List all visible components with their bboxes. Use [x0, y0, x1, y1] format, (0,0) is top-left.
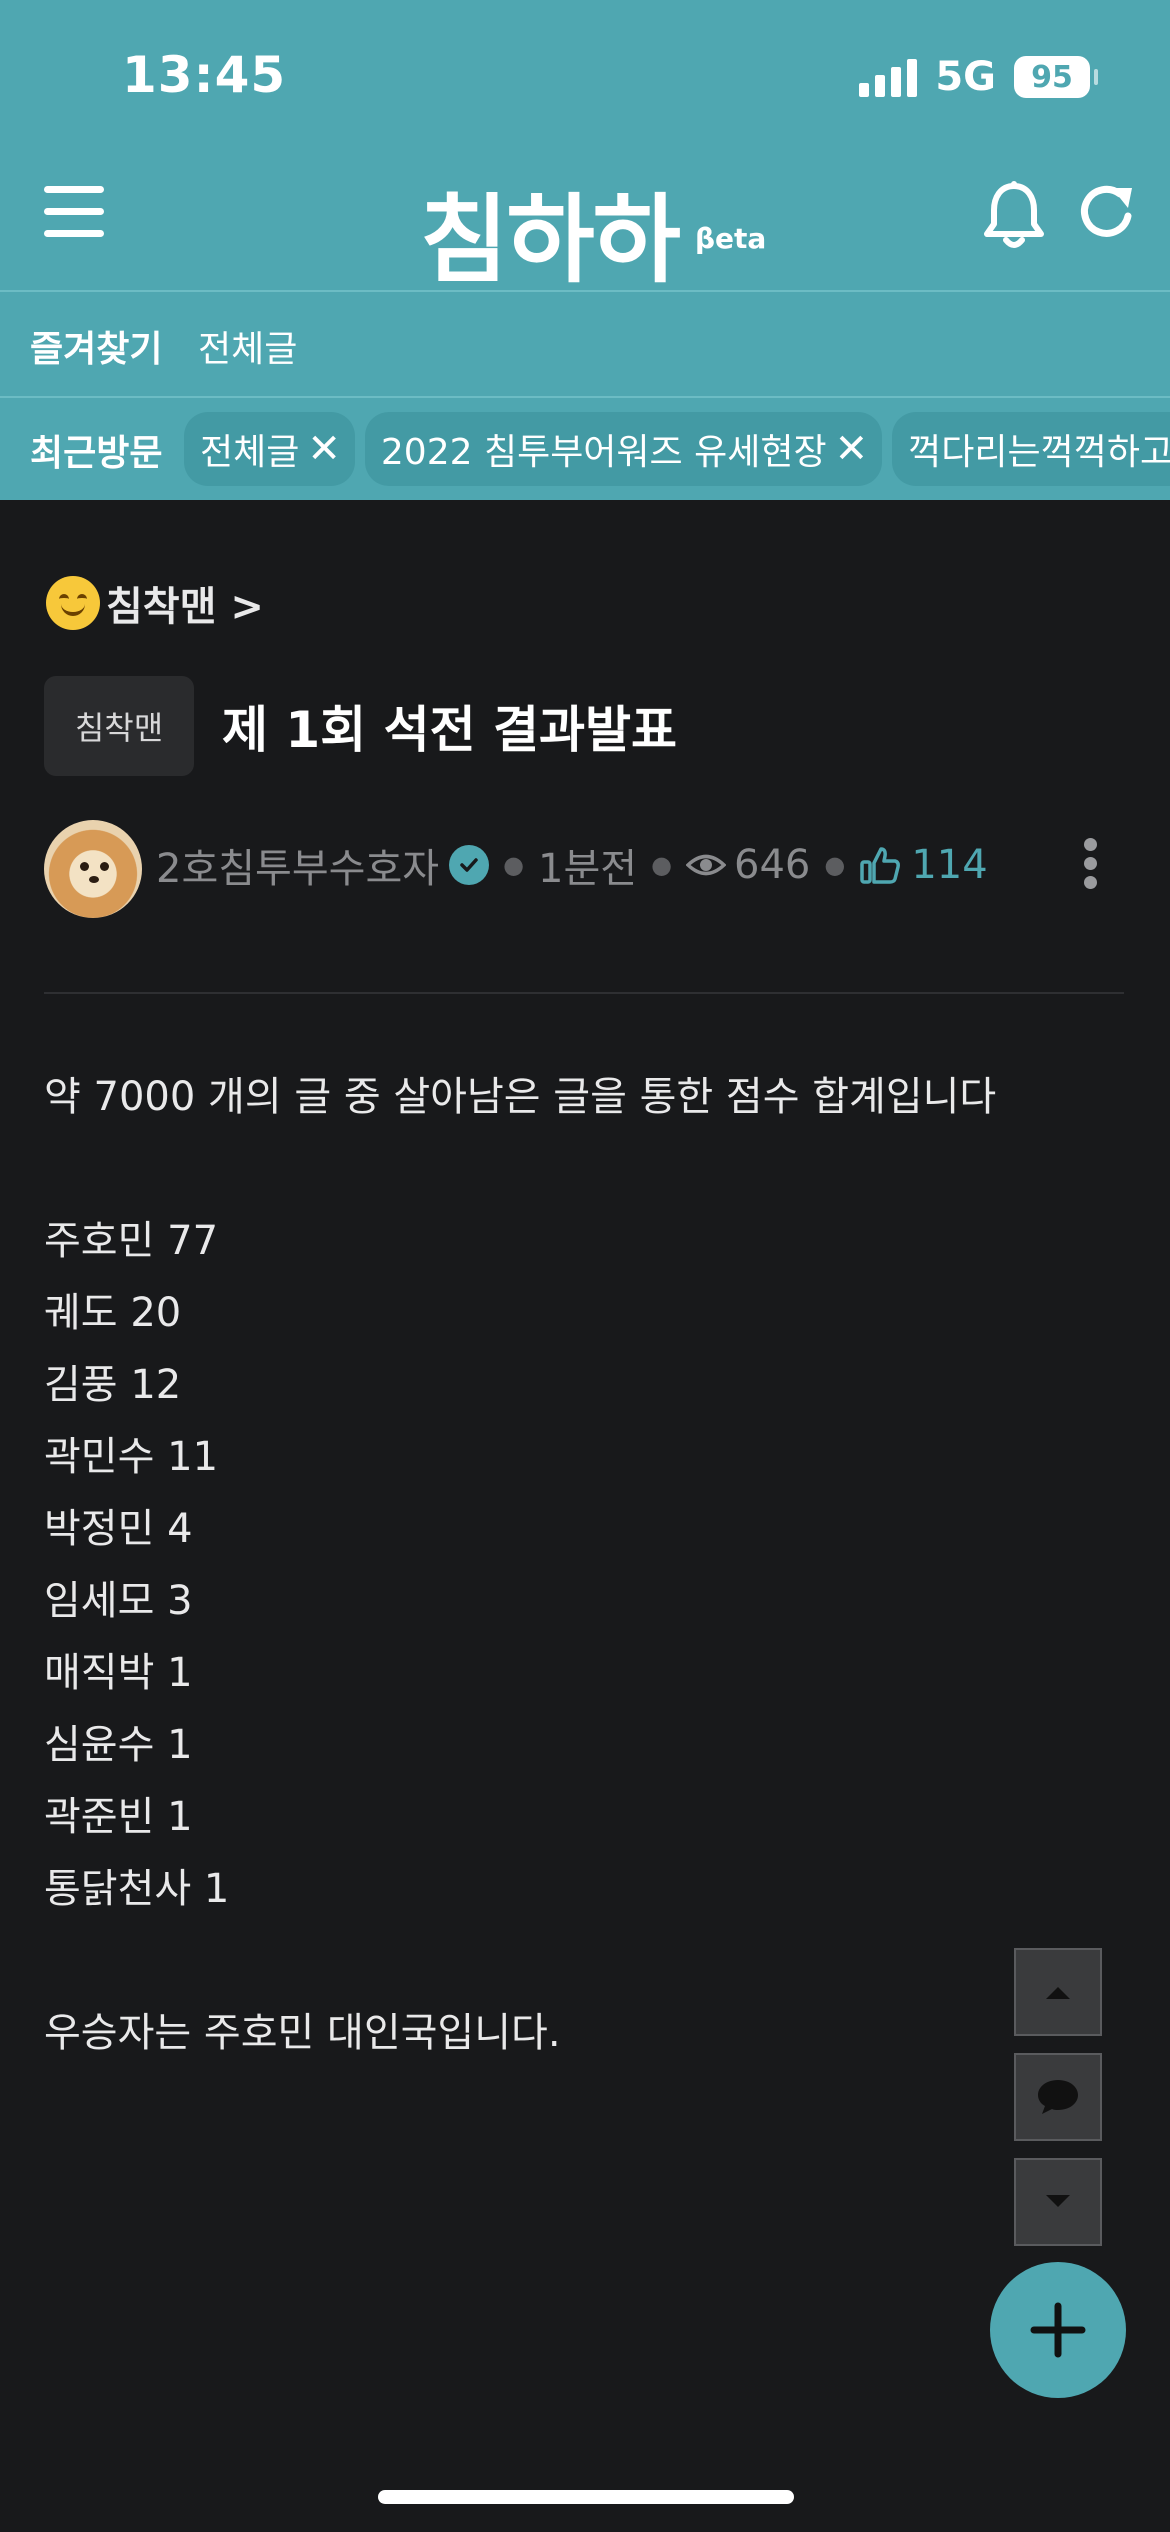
- post-conclusion: 우승자는 주호민 대인국입니다.: [44, 2010, 561, 2056]
- recent-chip-label: 전체글: [200, 432, 300, 473]
- separator-dot: ●: [651, 851, 673, 879]
- list-item: 궤도 20: [44, 1290, 182, 1336]
- avatar[interactable]: [44, 820, 142, 918]
- caret-down-icon: [1046, 2195, 1070, 2207]
- separator-dot: ●: [503, 851, 525, 879]
- menu-icon[interactable]: [44, 186, 104, 238]
- view-count: 646: [734, 842, 811, 888]
- list-item: 주호민 77: [44, 1218, 219, 1264]
- refresh-icon[interactable]: [1074, 180, 1140, 246]
- recent-chip-label: 꺽다리는꺽꺽하고웃: [908, 432, 1170, 473]
- recent-chips: 전체글 ✕ 2022 침투부어워즈 유세현장 ✕ 꺽다리는꺽꺽하고웃: [184, 412, 1170, 486]
- write-post-button[interactable]: [990, 2262, 1126, 2398]
- caret-up-icon: [1046, 1987, 1070, 1999]
- home-indicator: [378, 2490, 794, 2504]
- recent-label: 최근방문: [30, 433, 163, 474]
- network-type: 5G: [935, 54, 996, 100]
- post-time: 1분전: [538, 846, 638, 892]
- comments-button[interactable]: [1014, 2053, 1102, 2141]
- signal-icon: [859, 57, 918, 97]
- status-indicators: 5G 95: [859, 52, 1098, 102]
- header-divider: [0, 290, 1170, 292]
- recent-chip[interactable]: 꺽다리는꺽꺽하고웃: [892, 412, 1170, 486]
- comment-icon: [1038, 2080, 1078, 2114]
- board-name: 침착맨 >: [106, 584, 264, 630]
- scroll-bottom-button[interactable]: [1014, 2158, 1102, 2246]
- separator-dot: ●: [824, 851, 846, 879]
- close-icon[interactable]: ✕: [307, 426, 341, 472]
- close-icon[interactable]: ✕: [835, 426, 869, 472]
- like-button[interactable]: 114: [859, 842, 988, 888]
- recent-chip[interactable]: 전체글 ✕: [184, 412, 355, 486]
- list-item: 김풍 12: [44, 1362, 182, 1408]
- eye-icon: [686, 854, 727, 876]
- recent-chip[interactable]: 2022 침투부어워즈 유세현장 ✕: [364, 412, 883, 486]
- like-count: 114: [911, 842, 988, 888]
- post-intro: 약 7000 개의 글 중 살아남은 글을 통한 점수 합계입니다: [44, 1074, 997, 1120]
- favorites-label: 즐겨찾기: [30, 329, 163, 370]
- smile-emoji-icon: [46, 576, 100, 630]
- list-item: 박정민 4: [44, 1506, 193, 1552]
- list-item: 임세모 3: [44, 1578, 193, 1624]
- board-link[interactable]: 침착맨 >: [46, 574, 264, 632]
- scroll-top-button[interactable]: [1014, 1948, 1102, 2036]
- favorites-divider: [0, 396, 1170, 398]
- post-meta: 2호침투부수호자 ● 1분전 ● 646 ● 114: [156, 836, 988, 894]
- list-item: 곽민수 11: [44, 1434, 219, 1480]
- battery-level: 95: [1031, 59, 1073, 95]
- category-tag[interactable]: 침착맨: [44, 676, 194, 776]
- beta-badge: βeta: [695, 222, 767, 255]
- app-logo[interactable]: 침하하: [420, 162, 681, 301]
- recent-chip-label: 2022 침투부어워즈 유세현장: [380, 432, 827, 473]
- list-item: 심윤수 1: [44, 1722, 193, 1768]
- status-time: 13:45: [122, 46, 287, 104]
- content-divider: [44, 992, 1124, 994]
- battery-icon: 95: [1014, 56, 1098, 98]
- thumbs-up-icon: [860, 847, 901, 884]
- bell-icon[interactable]: [982, 180, 1046, 252]
- verified-icon: [449, 845, 490, 885]
- list-item: 매직박 1: [44, 1650, 193, 1696]
- list-item: 통닭천사 1: [44, 1866, 230, 1912]
- plus-icon: [1030, 2302, 1086, 2358]
- post-title: 제 1회 석전 결과발표: [222, 701, 678, 759]
- author-name[interactable]: 2호침투부수호자: [156, 836, 439, 894]
- favorites-item-all[interactable]: 전체글: [198, 320, 297, 372]
- more-options-icon[interactable]: [1080, 838, 1100, 890]
- list-item: 곽준빈 1: [44, 1794, 193, 1840]
